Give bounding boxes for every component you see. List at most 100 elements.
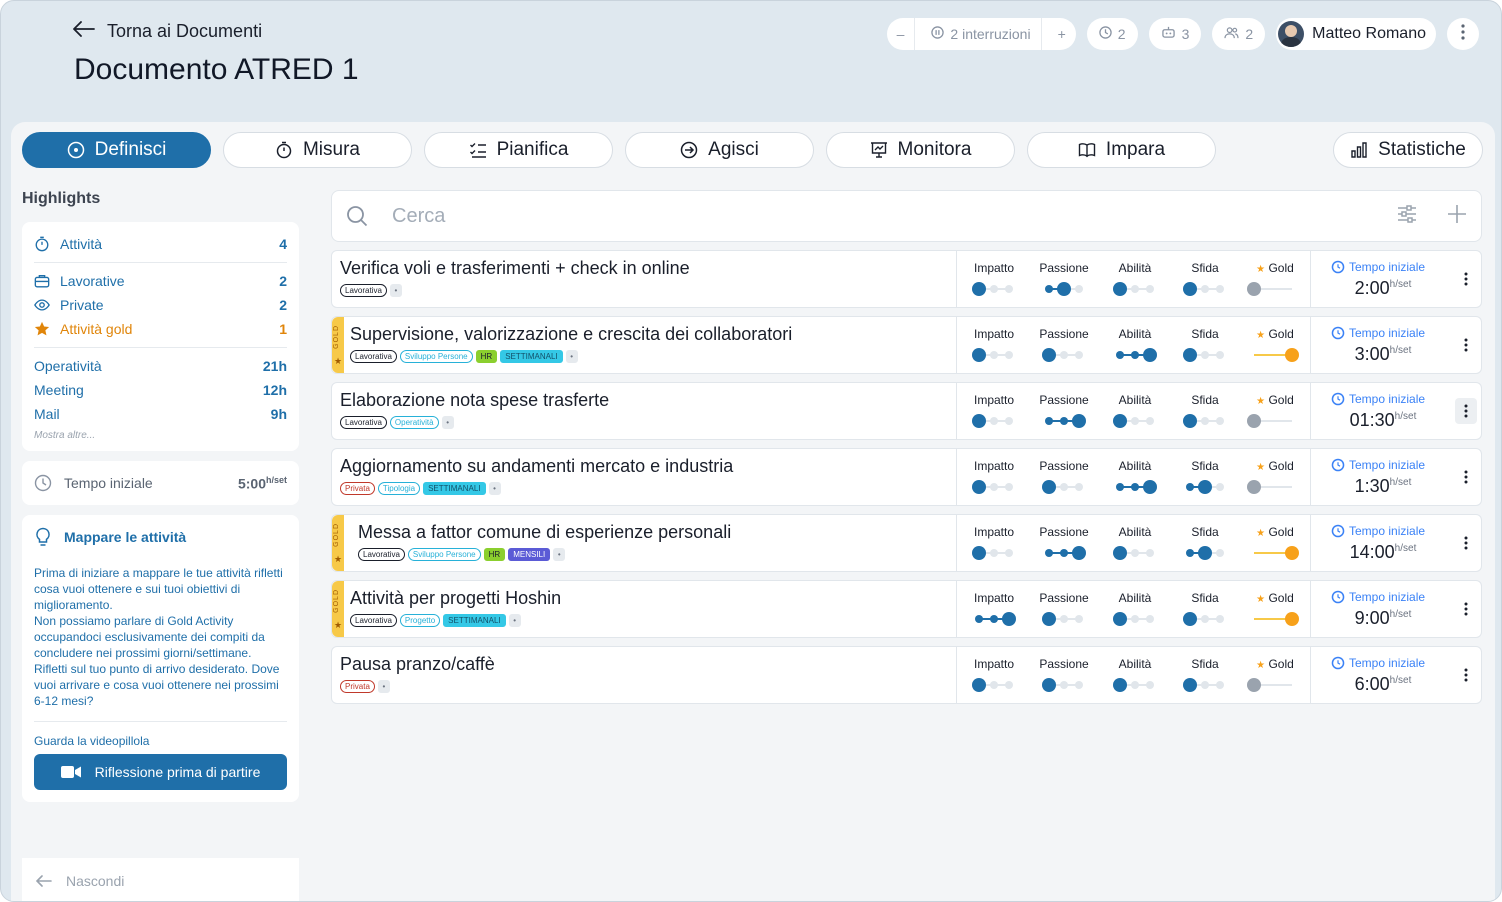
interruptions-increase-button[interactable]: + [1048, 18, 1076, 50]
metric-sfida[interactable]: Sfida [1175, 317, 1235, 373]
metric-gold[interactable]: ★ Gold [1245, 317, 1305, 373]
metric-passione[interactable]: Passione [1034, 449, 1094, 505]
metric-abilita[interactable]: Abilità [1105, 449, 1165, 505]
gold-toggle[interactable] [1247, 677, 1299, 693]
level-knob [1113, 612, 1127, 626]
highlight-lavorative[interactable]: Lavorative 2 [34, 269, 287, 293]
metric-passione[interactable]: Passione [1034, 251, 1094, 307]
highlight-mail[interactable]: Mail 9h [34, 402, 287, 426]
activity-row[interactable]: GOLD ★ Attività per progetti Hoshin Lavor… [331, 580, 1482, 638]
tab-pianifica[interactable]: Pianifica [424, 132, 613, 168]
back-link[interactable]: Torna ai Documenti [73, 21, 262, 42]
metric-abilita[interactable]: Abilità [1105, 383, 1165, 439]
row-options-button[interactable] [1455, 662, 1477, 688]
highlight-gold[interactable]: Attività gold 1 [34, 317, 287, 341]
time-label: Tempo iniziale [1331, 260, 1425, 274]
interruptions-decrease-button[interactable]: – [887, 18, 916, 50]
row-options-button[interactable] [1455, 530, 1477, 556]
metric-sfida[interactable]: Sfida [1175, 515, 1235, 571]
highlight-operativita[interactable]: Operatività 21h [34, 354, 287, 378]
search-input[interactable]: Cerca [392, 205, 1397, 228]
highlight-meeting[interactable]: Meeting 12h [34, 378, 287, 402]
clock-counter-button[interactable]: 2 [1086, 18, 1138, 50]
row-options-button[interactable] [1455, 332, 1477, 358]
metric-gold[interactable]: ★ Gold [1245, 449, 1305, 505]
activity-row[interactable]: GOLD★ Verifica voli e trasferimenti + ch… [331, 250, 1482, 308]
add-tag-button[interactable]: • [377, 680, 390, 693]
activity-row[interactable]: GOLD★ Pausa pranzo/caffè Privata• Impatt… [331, 646, 1482, 704]
metric-passione[interactable]: Passione [1034, 515, 1094, 571]
add-tag-button[interactable]: • [389, 284, 402, 297]
highlight-private[interactable]: Private 2 [34, 293, 287, 317]
hide-sidebar-button[interactable]: Nascondi [22, 858, 299, 901]
metric-impatto[interactable]: Impatto [964, 647, 1024, 703]
metric-abilita[interactable]: Abilità [1105, 317, 1165, 373]
row-options-button[interactable] [1455, 464, 1477, 490]
show-more-link[interactable]: Mostra altre... [34, 430, 287, 441]
metric-abilita[interactable]: Abilità [1105, 515, 1165, 571]
more-options-button[interactable] [1447, 18, 1479, 50]
metric-abilita[interactable]: Abilità [1105, 581, 1165, 637]
metric-passione[interactable]: Passione [1034, 317, 1094, 373]
row-options-button[interactable] [1455, 596, 1477, 622]
people-counter-button[interactable]: 2 [1212, 18, 1266, 50]
metric-impatto[interactable]: Impatto [964, 383, 1024, 439]
add-tag-button[interactable]: • [553, 548, 566, 561]
watch-video-button[interactable]: Riflessione prima di partire [34, 754, 287, 790]
search-bar[interactable]: Cerca [331, 190, 1482, 242]
gold-toggle[interactable] [1247, 611, 1299, 627]
add-tag-button[interactable]: • [488, 482, 501, 495]
row-options-button[interactable] [1455, 398, 1477, 424]
tab-agisci[interactable]: Agisci [625, 132, 814, 168]
add-activity-button[interactable] [1447, 204, 1467, 229]
highlight-attivita[interactable]: Attività 4 [34, 232, 287, 256]
metric-gold[interactable]: ★ Gold [1245, 581, 1305, 637]
metric-sfida[interactable]: Sfida [1175, 251, 1235, 307]
metric-gold[interactable]: ★ Gold [1245, 383, 1305, 439]
level-knob [1143, 480, 1157, 494]
gold-toggle[interactable] [1247, 479, 1299, 495]
filter-settings-button[interactable] [1397, 204, 1417, 228]
metric-impatto[interactable]: Impatto [964, 449, 1024, 505]
activity-row[interactable]: GOLD ★ Messa a fattor comune di esperienz… [331, 514, 1482, 572]
metric-impatto[interactable]: Impatto [964, 251, 1024, 307]
metric-passione[interactable]: Passione [1034, 383, 1094, 439]
gold-toggle[interactable] [1247, 545, 1299, 561]
metric-impatto[interactable]: Impatto [964, 515, 1024, 571]
add-tag-button[interactable]: • [508, 614, 521, 627]
tab-misura[interactable]: Misura [223, 132, 412, 168]
metric-passione[interactable]: Passione [1034, 581, 1094, 637]
gold-toggle[interactable] [1247, 347, 1299, 363]
metric-gold[interactable]: ★ Gold [1245, 647, 1305, 703]
activity-row[interactable]: GOLD★ Aggiornamento su andamenti mercato… [331, 448, 1482, 506]
row-options-button[interactable] [1455, 266, 1477, 292]
level-dot [1005, 417, 1013, 425]
add-tag-button[interactable]: • [441, 416, 454, 429]
gold-toggle[interactable] [1247, 281, 1299, 297]
tab-impara[interactable]: Impara [1027, 132, 1216, 168]
user-menu[interactable]: Matteo Romano [1276, 18, 1436, 50]
metric-sfida[interactable]: Sfida [1175, 647, 1235, 703]
metric-abilita[interactable]: Abilità [1105, 647, 1165, 703]
add-tag-button[interactable]: • [565, 350, 578, 363]
metric-sfida[interactable]: Sfida [1175, 383, 1235, 439]
arrow-left-icon [36, 874, 52, 887]
metric-gold[interactable]: ★ Gold [1245, 251, 1305, 307]
activity-row[interactable]: GOLD★ Elaborazione nota spese trasferte … [331, 382, 1482, 440]
activity-row[interactable]: GOLD ★ Supervisione, valorizzazione e cre… [331, 316, 1482, 374]
kebab-icon [1464, 470, 1468, 484]
metric-passione[interactable]: Passione [1034, 647, 1094, 703]
gold-toggle[interactable] [1247, 413, 1299, 429]
metric-sfida[interactable]: Sfida [1175, 581, 1235, 637]
statistics-button[interactable]: Statistiche [1333, 132, 1483, 168]
tab-definisci[interactable]: Definisci [22, 132, 211, 168]
level-indicator [1113, 546, 1154, 560]
tab-monitora[interactable]: Monitora [826, 132, 1015, 168]
metric-impatto[interactable]: Impatto [964, 581, 1024, 637]
metric-gold[interactable]: ★ Gold [1245, 515, 1305, 571]
metric-abilita[interactable]: Abilità [1105, 251, 1165, 307]
robot-counter-button[interactable]: 3 [1148, 18, 1202, 50]
level-knob [1183, 612, 1197, 626]
metric-impatto[interactable]: Impatto [964, 317, 1024, 373]
metric-sfida[interactable]: Sfida [1175, 449, 1235, 505]
